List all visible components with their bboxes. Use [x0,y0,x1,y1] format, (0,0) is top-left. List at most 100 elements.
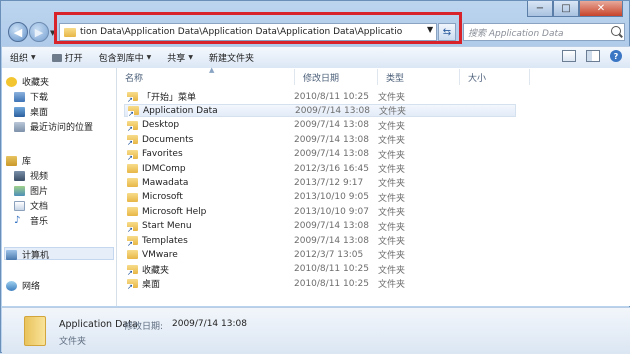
file-date: 2013/7/12 9:17 [294,177,364,188]
folder-icon [127,207,138,217]
nav-downloads[interactable]: 下载 [14,90,48,103]
file-row[interactable]: 收藏夹 2010/8/11 10:25 文件夹 [124,263,516,276]
nav-network[interactable]: 网络 [6,279,40,292]
file-row[interactable]: Favorites 2009/7/14 13:08 文件夹 [124,148,516,161]
file-date: 2010/8/11 10:25 [294,278,369,289]
nav-downloads-label: 下载 [30,93,49,103]
file-name: 「开始」菜单 [142,93,197,103]
search-icon[interactable] [611,26,621,36]
documents-icon [14,200,25,211]
nav-libraries-label: 库 [22,157,32,167]
file-row[interactable]: Start Menu 2009/7/14 13:08 文件夹 [124,220,516,233]
downloads-icon [14,91,25,102]
close-button[interactable]: ✕ [579,1,623,17]
nav-recent-places[interactable]: 最近访问的位置 [14,120,93,133]
open-button[interactable]: 打开 [44,51,91,64]
file-type: 文件夹 [378,222,406,233]
share-label: 共享 [167,54,186,64]
file-row[interactable]: 「开始」菜单 2010/8/11 10:25 文件夹 [124,90,516,103]
shortcut-folder-icon [127,135,138,147]
nav-videos[interactable]: 视频 [14,169,48,182]
file-date: 2013/10/10 9:07 [294,206,369,217]
nav-documents[interactable]: 文档 [14,199,48,212]
open-icon [51,53,62,62]
maximize-button[interactable]: □ [553,1,579,17]
file-name: VMware [142,249,178,260]
help-icon[interactable]: ? [610,50,622,62]
chevron-down-icon: ▼ [146,54,152,61]
include-in-library-menu[interactable]: 包含到库中 ▼ [91,51,160,64]
nav-favorites[interactable]: 收藏夹 [6,75,49,88]
file-row[interactable]: 桌面 2010/8/11 10:25 文件夹 [124,277,516,291]
forward-arrow-icon: ▶ [34,25,44,39]
computer-icon [6,249,17,260]
column-header-size[interactable]: 大小 [460,69,530,85]
shortcut-folder-icon [128,106,139,118]
file-type: 文件夹 [378,179,406,190]
refresh-button[interactable]: ⇆ [438,23,456,41]
folder-icon [64,27,76,37]
view-controls: ? [562,50,622,62]
column-type-label: 类型 [386,73,405,84]
back-button[interactable]: ◀ [8,22,28,42]
file-row[interactable]: Application Data 2009/7/14 13:08 文件夹 [124,104,516,118]
star-icon [6,76,17,87]
videos-icon [14,170,25,181]
nav-libraries[interactable]: 库 [6,154,31,167]
address-path[interactable]: tion Data\Application Data\Application D… [80,27,436,37]
address-dropdown-button[interactable]: ▼ [427,25,433,34]
file-row[interactable]: Desktop 2009/7/14 13:08 文件夹 [124,119,516,132]
shortcut-folder-icon [127,120,138,132]
address-bar[interactable]: tion Data\Application Data\Application D… [59,23,437,41]
minimize-button[interactable]: − [527,1,553,17]
file-date: 2013/10/10 9:05 [294,192,369,203]
file-date: 2009/7/14 13:08 [294,221,369,232]
file-name: IDMComp [142,163,186,174]
file-row[interactable]: VMware 2012/3/7 13:05 文件夹 [124,248,516,261]
file-row[interactable]: Mawadata 2013/7/12 9:17 文件夹 [124,176,516,189]
folder-icon [127,250,138,260]
file-row[interactable]: Documents 2009/7/14 13:08 文件夹 [124,133,516,147]
details-pane: Application Data 修改日期: 2009/7/14 13:08 文… [2,307,630,354]
file-name: Desktop [142,120,180,131]
preview-pane-icon[interactable] [586,50,600,62]
share-menu[interactable]: 共享 ▼ [159,51,201,64]
file-row[interactable]: Microsoft 2013/10/10 9:05 文件夹 [124,191,516,204]
column-header-name[interactable]: 名称 [117,69,295,85]
column-header-date[interactable]: 修改日期 [295,69,378,85]
organize-menu[interactable]: 组织 ▼ [2,51,44,64]
file-date: 2010/8/11 10:25 [294,91,369,102]
file-name: Start Menu [142,221,192,232]
change-view-icon[interactable] [562,50,576,62]
file-date: 2009/7/14 13:08 [294,149,369,160]
file-row[interactable]: Templates 2009/7/14 13:08 文件夹 [124,234,516,247]
file-row[interactable]: Microsoft Help 2013/10/10 9:07 文件夹 [124,205,516,218]
pictures-icon [14,185,25,196]
folder-icon [127,164,138,173]
nav-desktop[interactable]: 桌面 [14,105,48,118]
file-type: 文件夹 [378,121,406,132]
folder-icon [24,316,46,346]
nav-computer[interactable]: 计算机 [6,248,49,261]
chevron-down-icon: ▼ [188,54,193,61]
explorer-window: − □ ✕ ◀ ▶ ▼ tion Data\Application Data\A… [0,0,630,354]
shortcut-folder-icon [127,264,138,276]
forward-button[interactable]: ▶ [29,22,49,42]
new-folder-button[interactable]: 新建文件夹 [201,51,262,64]
file-date: 2009/7/14 13:08 [294,120,369,131]
network-icon [6,280,17,291]
nav-documents-label: 文档 [30,202,49,212]
file-type: 文件夹 [378,265,406,276]
details-type: 文件夹 [59,337,87,347]
column-header-type[interactable]: 类型 [378,69,460,85]
file-row[interactable]: IDMComp 2012/3/16 16:45 文件夹 [124,162,516,175]
include-in-library-label: 包含到库中 [98,54,144,64]
libraries-icon [6,155,17,166]
nav-music[interactable]: ♪ 音乐 [14,214,48,227]
new-folder-label: 新建文件夹 [208,54,254,64]
search-box[interactable]: 搜索 Application Data [463,23,625,41]
file-date: 2010/8/11 10:25 [294,264,369,275]
open-label: 打开 [64,54,83,64]
nav-pictures[interactable]: 图片 [14,184,48,197]
file-date: 2012/3/7 13:05 [294,249,364,260]
